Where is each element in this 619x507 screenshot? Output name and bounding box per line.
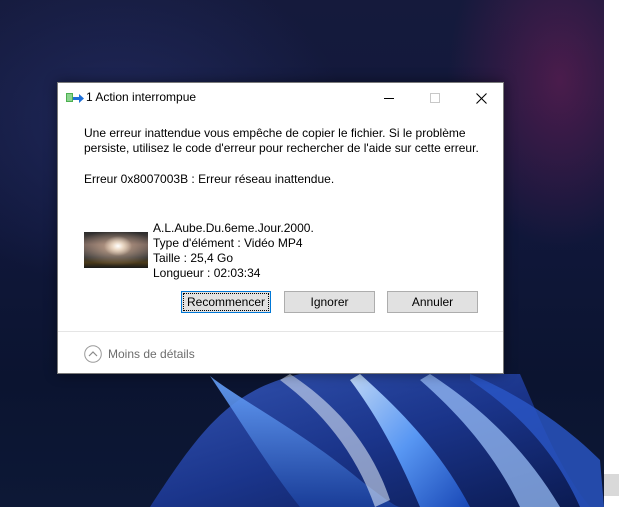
file-info: A.L.Aube.Du.6eme.Jour.2000. Type d'éléme… bbox=[153, 221, 314, 281]
adjacent-window-chip bbox=[604, 474, 619, 496]
file-type: Type d'élément : Vidéo MP4 bbox=[153, 236, 303, 250]
file-name: A.L.Aube.Du.6eme.Jour.2000. bbox=[153, 221, 314, 235]
close-icon bbox=[475, 92, 487, 104]
cancel-button[interactable]: Annuler bbox=[387, 291, 478, 313]
file-operation-error-dialog: 1 Action interrompue Une erreur inattend… bbox=[57, 82, 504, 374]
error-code: Erreur 0x8007003B : Erreur réseau inatte… bbox=[84, 172, 335, 186]
desktop-wallpaper: 1 Action interrompue Une erreur inattend… bbox=[0, 0, 619, 507]
minimize-icon bbox=[384, 98, 394, 99]
footer-divider bbox=[58, 331, 503, 332]
close-button[interactable] bbox=[459, 83, 503, 113]
video-thumbnail bbox=[84, 232, 148, 268]
adjacent-window-edge bbox=[604, 0, 619, 507]
file-size: Taille : 25,4 Go bbox=[153, 251, 234, 265]
maximize-icon bbox=[430, 93, 440, 103]
retry-button[interactable]: Recommencer bbox=[181, 291, 271, 313]
file-copy-icon bbox=[66, 93, 84, 103]
file-length: Longueur : 02:03:34 bbox=[153, 266, 261, 280]
details-toggle[interactable]: Moins de détails bbox=[84, 344, 195, 364]
minimize-button[interactable] bbox=[367, 83, 411, 113]
maximize-button bbox=[413, 83, 457, 113]
dialog-title: 1 Action interrompue bbox=[86, 90, 197, 104]
details-toggle-label: Moins de détails bbox=[108, 347, 195, 361]
chevron-up-circle-icon bbox=[84, 345, 102, 363]
error-message: Une erreur inattendue vous empêche de co… bbox=[84, 126, 479, 155]
ignore-button[interactable]: Ignorer bbox=[284, 291, 375, 313]
dialog-title-bar[interactable]: 1 Action interrompue bbox=[58, 83, 503, 113]
